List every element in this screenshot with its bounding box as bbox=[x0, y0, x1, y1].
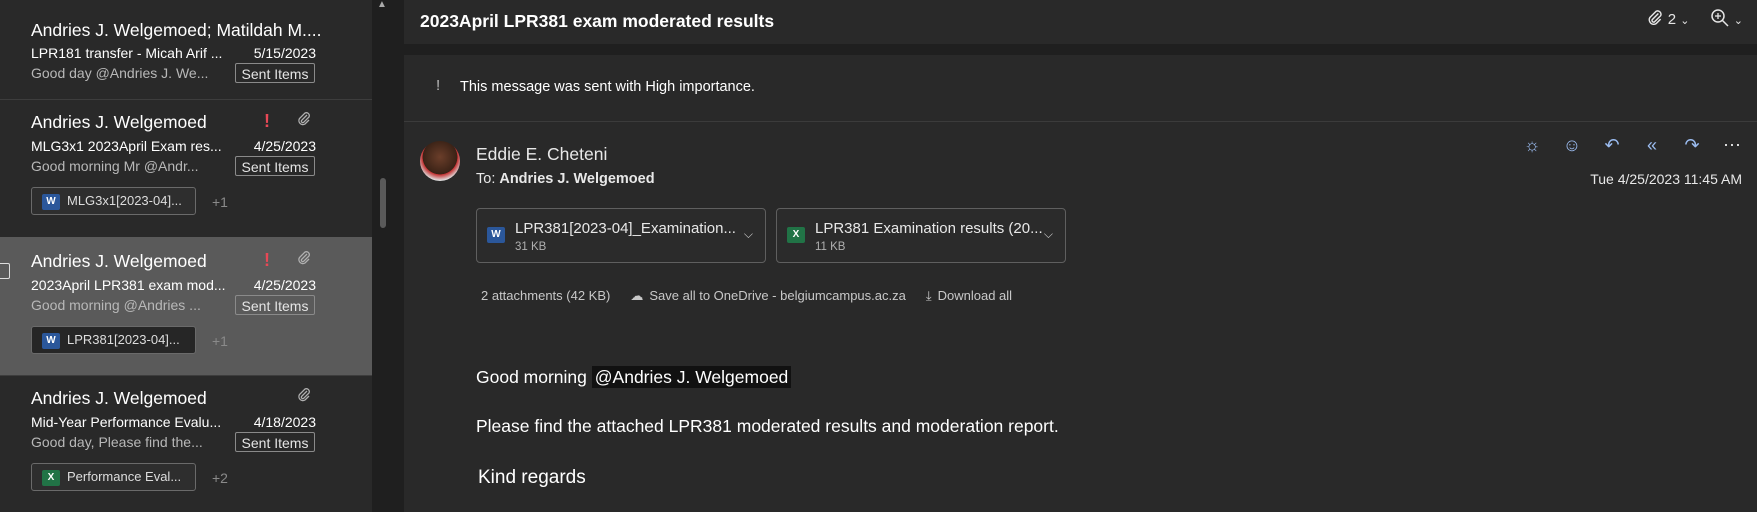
message-list-item[interactable]: Andries J. Welgemoed Mid-Year Performanc… bbox=[0, 375, 372, 512]
word-file-icon: W bbox=[42, 194, 60, 210]
reply-icon[interactable]: ↶ bbox=[1601, 135, 1623, 156]
message-subject: LPR181 transfer - Micah Arif ... bbox=[31, 45, 223, 61]
more-attachments-count[interactable]: +1 bbox=[212, 194, 228, 210]
zoom-in-icon bbox=[1710, 9, 1729, 27]
excel-file-icon: X bbox=[42, 470, 60, 486]
folder-badge: Sent Items bbox=[235, 295, 315, 315]
attachment-summary: 2 attachments (42 KB) bbox=[481, 288, 611, 303]
attachment-count: 2 bbox=[1667, 11, 1677, 28]
message-subject: MLG3x1 2023April Exam res... bbox=[31, 138, 222, 154]
message-sender: Andries J. Welgemoed bbox=[31, 251, 207, 271]
reply-all-icon[interactable]: « bbox=[1641, 135, 1663, 156]
greeting-text: Good morning bbox=[476, 367, 587, 387]
attachment-card[interactable]: X LPR381 Examination results (20... 11 K… bbox=[776, 208, 1066, 263]
scrollbar-thumb[interactable] bbox=[380, 178, 386, 228]
save-all-label: Save all to OneDrive - belgiumcampus.ac.… bbox=[649, 288, 906, 303]
word-file-icon: W bbox=[42, 333, 60, 349]
cloud-icon: ☁ bbox=[630, 288, 644, 303]
sender-name[interactable]: Eddie E. Cheteni bbox=[476, 144, 607, 165]
high-importance-icon: ! bbox=[264, 250, 270, 270]
summarize-icon[interactable]: ☼ bbox=[1521, 135, 1543, 156]
message-preview: Good morning @Andries ... bbox=[31, 297, 201, 313]
zoom-dropdown[interactable]: ⌄ bbox=[1710, 9, 1743, 28]
chevron-down-icon: ⌄ bbox=[1680, 15, 1690, 27]
message-date: 4/25/2023 bbox=[253, 138, 316, 154]
select-checkbox[interactable] bbox=[0, 263, 10, 279]
message-actions: ☼ ☺ ↶ « ↷ ⋯ bbox=[1521, 135, 1743, 156]
high-importance-icon: ! bbox=[264, 111, 270, 131]
message-list-item[interactable]: Andries J. Welgemoed; Matildah M.... LPR… bbox=[0, 0, 372, 100]
folder-badge: Sent Items bbox=[235, 156, 315, 176]
paperclip-icon bbox=[296, 111, 312, 132]
message-preview: Good day @Andries J. We... bbox=[31, 65, 209, 81]
message-subject: Mid-Year Performance Evalu... bbox=[31, 414, 222, 430]
download-icon: ⤓ bbox=[925, 288, 932, 303]
to-label: To: bbox=[476, 171, 496, 187]
message-preview: Good day, Please find the... bbox=[31, 434, 203, 450]
more-attachments-count[interactable]: +2 bbox=[212, 470, 228, 486]
message-datetime: Tue 4/25/2023 11:45 AM bbox=[1590, 171, 1742, 187]
more-attachments-count[interactable]: +1 bbox=[212, 333, 228, 349]
react-emoji-icon[interactable]: ☺ bbox=[1561, 135, 1583, 156]
mention[interactable]: @Andries J. Welgemoed bbox=[591, 366, 792, 388]
download-all-button[interactable]: ⤓ Download all bbox=[926, 288, 1012, 304]
word-file-icon: W bbox=[487, 227, 505, 243]
body-line: Please find the attached LPR381 moderate… bbox=[476, 416, 1059, 436]
attachment-name: LPR381[2023-04]_Examination... bbox=[515, 220, 736, 237]
message-preview: Good morning Mr @Andr... bbox=[31, 158, 199, 174]
message-sender: Andries J. Welgemoed; Matildah M.... bbox=[31, 20, 322, 40]
message-list-item[interactable]: Andries J. Welgemoed ! MLG3x1 2023April … bbox=[0, 99, 372, 238]
excel-file-icon: X bbox=[787, 227, 805, 243]
folder-badge: Sent Items bbox=[235, 432, 315, 452]
avatar[interactable] bbox=[420, 141, 460, 181]
attachments-dropdown[interactable]: 2 ⌄ bbox=[1646, 10, 1694, 28]
chevron-down-icon: ⌄ bbox=[1733, 15, 1743, 27]
message-subject: 2023April LPR381 exam mod... bbox=[31, 277, 226, 293]
attachment-toolbar: 2 attachments (42 KB) ☁ Save all to OneDr… bbox=[481, 288, 1012, 304]
folder-badge: Sent Items bbox=[235, 63, 315, 83]
attachment-name: LPR381 Examination results (20... bbox=[815, 220, 1043, 237]
download-all-label: Download all bbox=[937, 288, 1013, 303]
attachment-chip[interactable]: W LPR381[2023-04]... bbox=[31, 326, 196, 354]
message-list-item-selected[interactable]: Andries J. Welgemoed ! 2023April LPR381 … bbox=[0, 237, 372, 376]
importance-notice: This message was sent with High importan… bbox=[460, 79, 755, 95]
chevron-down-icon[interactable]: ⌵ bbox=[744, 227, 753, 242]
recipient-line: To: Andries J. Welgemoed bbox=[476, 171, 655, 187]
attachment-chip-label: MLG3x1[2023-04]... bbox=[67, 193, 182, 208]
attachment-size: 31 KB bbox=[515, 241, 547, 253]
scroll-up-arrow-icon[interactable]: ▲ bbox=[377, 0, 387, 10]
chevron-down-icon[interactable]: ⌵ bbox=[1044, 227, 1053, 242]
attachment-chip-label: LPR381[2023-04]... bbox=[67, 332, 180, 347]
reading-pane: 2023April LPR381 exam moderated results … bbox=[404, 0, 1757, 512]
paperclip-icon bbox=[296, 250, 312, 271]
forward-icon[interactable]: ↷ bbox=[1681, 135, 1703, 156]
importance-banner: ! This message was sent with High import… bbox=[404, 55, 1757, 122]
paperclip-icon bbox=[296, 387, 312, 408]
conversation-title: 2023April LPR381 exam moderated results bbox=[420, 11, 775, 31]
header-tools: 2 ⌄ ⌄ bbox=[1646, 8, 1743, 28]
message-date: 4/18/2023 bbox=[253, 414, 316, 430]
attachment-chip[interactable]: X Performance Eval... bbox=[31, 463, 196, 491]
more-actions-icon[interactable]: ⋯ bbox=[1721, 135, 1743, 156]
message-list-scrollbar[interactable] bbox=[372, 0, 404, 512]
recipient-name[interactable]: Andries J. Welgemoed bbox=[499, 171, 654, 187]
attachment-chip-label: Performance Eval... bbox=[67, 469, 182, 484]
message-date: 5/15/2023 bbox=[253, 45, 316, 61]
message-sender: Andries J. Welgemoed bbox=[31, 388, 207, 408]
attachment-chip[interactable]: W MLG3x1[2023-04]... bbox=[31, 187, 196, 215]
message-card: ! This message was sent with High import… bbox=[404, 55, 1757, 512]
high-importance-icon: ! bbox=[436, 77, 441, 94]
message-date: 4/25/2023 bbox=[253, 277, 316, 293]
body-greeting: Good morning @Andries J. Welgemoed bbox=[476, 366, 792, 388]
save-all-onedrive-button[interactable]: ☁ Save all to OneDrive - belgiumcampus.ac… bbox=[630, 288, 906, 304]
reading-pane-header: 2023April LPR381 exam moderated results … bbox=[404, 0, 1757, 44]
attachment-card[interactable]: W LPR381[2023-04]_Examination... 31 KB ⌵ bbox=[476, 208, 766, 263]
body-closing: Kind regards bbox=[478, 467, 586, 488]
message-sender: Andries J. Welgemoed bbox=[31, 112, 207, 132]
message-list: Andries J. Welgemoed; Matildah M.... LPR… bbox=[0, 0, 372, 512]
paperclip-icon bbox=[1648, 10, 1662, 25]
attachment-size: 11 KB bbox=[815, 241, 846, 253]
